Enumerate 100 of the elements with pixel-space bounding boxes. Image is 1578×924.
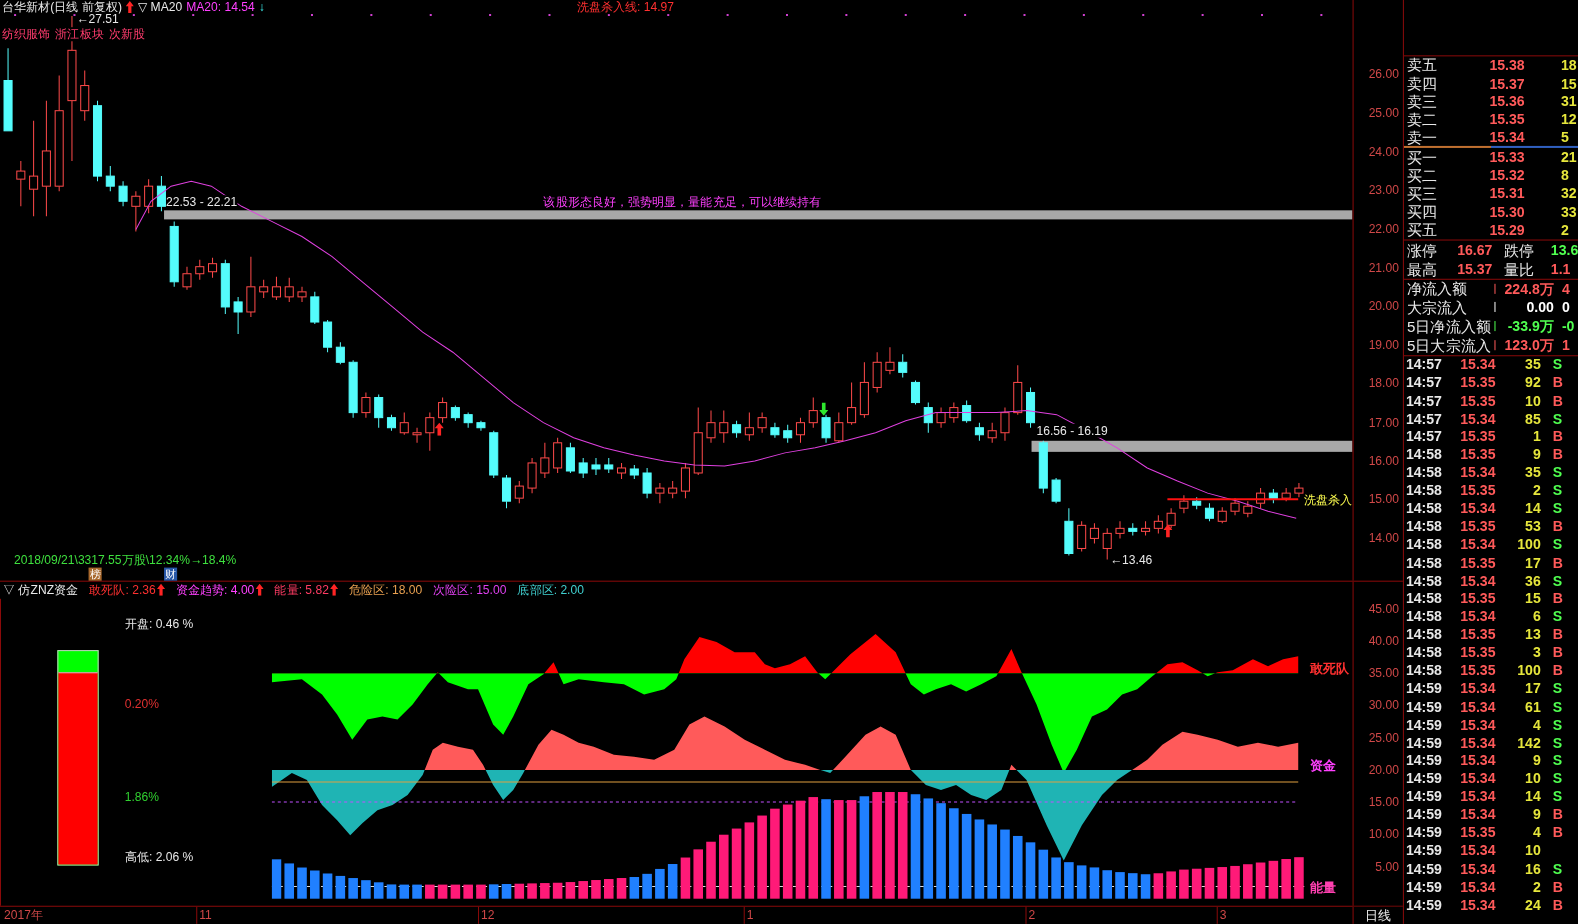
trade-side: B — [1551, 428, 1565, 445]
indicator-axis-label: 30.00 — [1368, 698, 1399, 713]
trade-side: S — [1551, 716, 1564, 733]
trade-time: 14:58 — [1404, 626, 1443, 643]
stat-label: 涨停 — [1405, 241, 1439, 259]
trade-price: 15.34 — [1460, 500, 1497, 517]
trade-side: S — [1551, 752, 1564, 769]
trade-volume: 2 — [1531, 878, 1541, 895]
order-price: 15.35 — [1488, 111, 1525, 128]
price-axis-label: 15.00 — [1368, 492, 1399, 507]
order-level-label: 卖三 — [1405, 92, 1439, 110]
trade-side: B — [1551, 626, 1565, 643]
indicator-axis-label: 10.00 — [1368, 827, 1399, 842]
order-price: 15.29 — [1488, 222, 1525, 239]
order-price: 15.38 — [1488, 57, 1525, 74]
trade-side: S — [1551, 698, 1564, 715]
period-button[interactable]: 日线 — [1352, 906, 1403, 924]
trade-price: 15.34 — [1460, 860, 1497, 877]
trade-time: 14:57 — [1404, 374, 1443, 391]
flow-label: 净流入额 — [1405, 280, 1469, 298]
trade-volume: 100 — [1516, 536, 1541, 553]
trade-time: 14:57 — [1404, 392, 1443, 409]
trade-time: 14:59 — [1404, 860, 1443, 877]
flow-value: 123.0万 — [1503, 337, 1554, 354]
trade-side: S — [1551, 860, 1564, 877]
trade-price: 15.35 — [1460, 446, 1497, 463]
trade-price: 15.35 — [1460, 626, 1497, 643]
trade-time: 14:58 — [1404, 464, 1443, 481]
trade-time: 14:58 — [1404, 554, 1443, 571]
open-change: 开盘: 0.46 % — [124, 616, 194, 631]
trade-volume: 24 — [1524, 896, 1541, 913]
trade-price: 15.34 — [1460, 752, 1497, 769]
legend-value: 敢死队: 2.36 — [89, 583, 156, 598]
price-axis-label: 24.00 — [1368, 144, 1399, 159]
trade-side: B — [1551, 554, 1565, 571]
trade-volume: 61 — [1524, 698, 1541, 715]
stat-label: 跌停 — [1502, 241, 1535, 259]
stat-value: 16.67 — [1456, 241, 1493, 258]
lower-share: 1.86% — [124, 790, 160, 805]
flow-value: -0 — [1560, 318, 1576, 335]
trade-side: B — [1551, 806, 1565, 823]
trade-price: 15.35 — [1460, 374, 1497, 391]
order-level-label: 买三 — [1405, 185, 1439, 203]
order-level-label: 卖四 — [1405, 74, 1439, 92]
trade-volume: 9 — [1531, 806, 1541, 823]
trade-volume: 4 — [1531, 716, 1541, 733]
price-axis-label: 17.00 — [1368, 415, 1399, 430]
time-axis-label: 11 — [199, 907, 212, 922]
trade-volume: 10 — [1524, 392, 1541, 409]
order-price: 15.30 — [1488, 203, 1525, 221]
trade-time: 14:58 — [1404, 446, 1443, 463]
trade-price: 15.35 — [1460, 428, 1497, 445]
indicator-axis-label: 40.00 — [1368, 634, 1399, 649]
order-volume: 32 — [1559, 185, 1578, 202]
stat-value: 13.6 — [1549, 241, 1578, 258]
indicator-name[interactable]: ▽ 仿ZNZ资金 — [3, 583, 79, 598]
price-axis-label: 18.00 — [1368, 376, 1399, 391]
order-volume: 12 — [1559, 111, 1578, 128]
trade-side: B — [1551, 392, 1565, 409]
trade-volume: 16 — [1524, 860, 1541, 877]
trade-side: S — [1551, 608, 1564, 625]
trade-time: 14:59 — [1404, 734, 1443, 751]
trade-time: 14:59 — [1404, 824, 1443, 841]
trade-side: S — [1551, 356, 1564, 373]
trade-time: 14:59 — [1404, 770, 1443, 787]
trade-price: 15.34 — [1460, 680, 1497, 697]
trade-time: 14:59 — [1404, 896, 1443, 913]
order-volume: 33 — [1559, 203, 1578, 221]
trade-volume: 92 — [1524, 374, 1541, 391]
order-volume: 21 — [1559, 149, 1578, 166]
flow-value: 4 — [1560, 280, 1571, 297]
order-level-label: 卖五 — [1405, 56, 1439, 74]
upper-share: 0.20% — [124, 697, 160, 712]
trade-volume: 17 — [1524, 680, 1541, 697]
trade-volume: 35 — [1524, 356, 1541, 373]
trade-price: 15.35 — [1460, 824, 1497, 841]
trade-price: 15.35 — [1460, 518, 1497, 535]
trade-price: 15.34 — [1460, 698, 1497, 715]
time-axis-label: 3 — [1219, 907, 1227, 922]
trade-time: 14:59 — [1404, 788, 1443, 805]
order-volume: 2 — [1559, 222, 1570, 239]
trade-price: 15.34 — [1460, 536, 1497, 553]
trade-price: 15.35 — [1460, 392, 1497, 409]
price-axis-label: 19.00 — [1368, 337, 1399, 353]
trade-price: 15.35 — [1460, 644, 1497, 661]
legend-value: 次险区: 15.00 — [433, 583, 507, 598]
trade-side: S — [1551, 482, 1564, 499]
trade-price: 15.34 — [1460, 356, 1497, 373]
trade-time: 14:57 — [1404, 410, 1443, 427]
trade-price: 15.35 — [1460, 482, 1497, 499]
trade-time: 14:58 — [1404, 608, 1443, 625]
trade-side: S — [1551, 500, 1564, 517]
order-level-label: 买一 — [1405, 148, 1439, 166]
stat-value: 15.37 — [1456, 260, 1493, 277]
trade-time: 14:59 — [1404, 806, 1443, 823]
order-price: 15.33 — [1488, 149, 1525, 166]
order-volume: 18 — [1559, 57, 1578, 74]
indicator-axis-label: 45.00 — [1368, 601, 1399, 616]
trade-side: S — [1551, 788, 1564, 805]
trade-price: 15.34 — [1460, 878, 1497, 895]
